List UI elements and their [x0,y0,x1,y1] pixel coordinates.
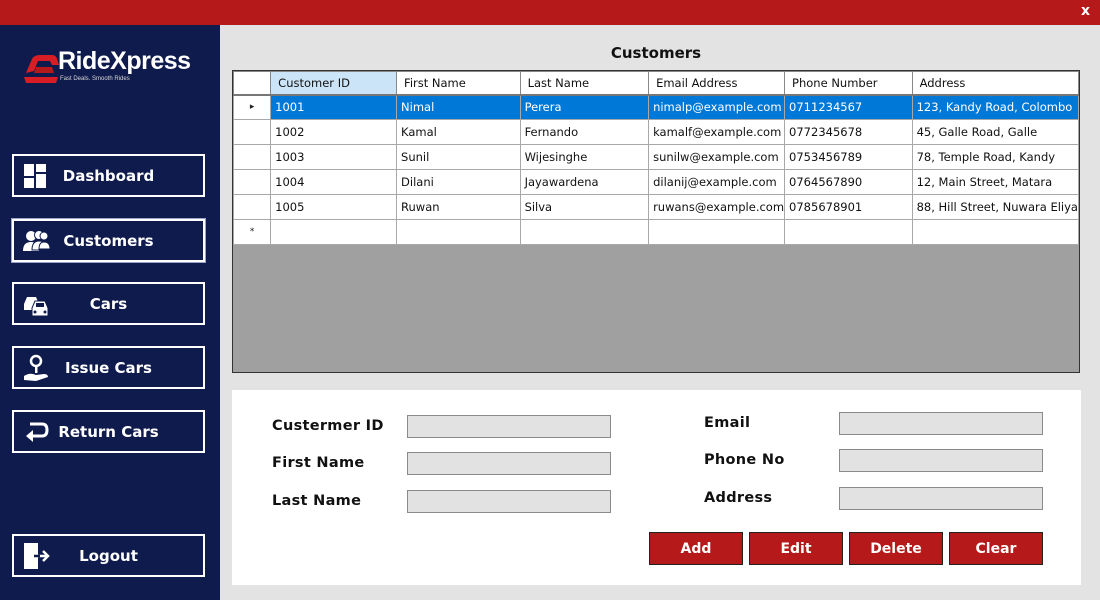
return-cars-icon [26,422,49,442]
customers-icon [23,230,50,251]
customers-table: Customer ID First Name Last Name Email A… [233,71,1079,245]
address-field[interactable] [839,487,1043,510]
row-header[interactable] [233,169,272,195]
table-cell[interactable]: 1005 [270,194,398,220]
row-header[interactable] [233,144,272,170]
phone-field[interactable] [839,449,1043,472]
column-header[interactable]: First Name [396,71,521,96]
table-cell[interactable] [784,219,913,245]
table-cell[interactable]: Jayawardena [519,169,650,195]
sidebar-item-issue-cars[interactable]: Issue Cars [12,346,205,389]
table-cell[interactable]: Dilani [396,169,521,195]
cars-icon [24,297,49,317]
phone-label: Phone No [704,452,785,468]
sidebar-item-customers[interactable]: Customers [11,218,206,263]
table-cell[interactable]: 1003 [270,144,398,170]
clear-button[interactable]: Clear [949,532,1043,565]
table-cell[interactable]: 45, Galle Road, Galle [911,119,1079,145]
new-row-indicator[interactable]: * [233,219,272,245]
sidebar: RideXpress Fast Deals. Smooth Rides Dash… [0,25,220,600]
table-cell[interactable]: kamalf@example.com [648,119,786,145]
table-cell[interactable]: 12, Main Street, Matara [911,169,1079,195]
brand-name: RideXpress [58,47,191,75]
table-cell[interactable]: 88, Hill Street, Nuwara Eliya [911,194,1079,220]
logout-button[interactable]: Logout [12,534,205,577]
table-cell[interactable] [519,219,650,245]
row-header[interactable] [233,119,272,145]
first-name-field[interactable] [407,452,611,475]
brand-tagline: Fast Deals. Smooth Rides [60,76,130,82]
table-cell[interactable]: sunilw@example.com [648,144,786,170]
table-cell[interactable]: 0785678901 [784,194,913,220]
table-cell[interactable]: 0711234567 [784,94,913,120]
add-button[interactable]: Add [649,532,743,565]
table-cell[interactable]: Wijesinghe [519,144,650,170]
table-row[interactable]: 1003 Sunil Wijesinghe sunilw@example.com… [233,144,1079,170]
column-header[interactable]: Address [911,71,1079,96]
sidebar-item-dashboard[interactable]: Dashboard [12,154,205,197]
table-cell[interactable]: nimalp@example.com [648,94,786,120]
table-row[interactable]: 1004 Dilani Jayawardena dilanij@example.… [233,169,1079,195]
sidebar-item-return-cars[interactable]: Return Cars [12,410,205,453]
table-cell[interactable]: Nimal [396,94,521,120]
current-row-indicator[interactable]: ▸ [233,94,272,120]
delete-button[interactable]: Delete [849,532,943,565]
issue-cars-icon [24,354,48,381]
customer-id-label: Custermer ID [272,418,384,434]
table-cell[interactable]: Fernando [519,119,650,145]
table-cell[interactable]: 0753456789 [784,144,913,170]
table-cell[interactable]: 78, Temple Road, Kandy [911,144,1079,170]
table-cell[interactable]: dilanij@example.com [648,169,786,195]
logout-icon [24,543,50,569]
row-header[interactable] [233,194,272,220]
page-title: Customers [610,44,702,62]
row-header-corner [233,71,272,96]
table-cell[interactable]: 0764567890 [784,169,913,195]
column-header[interactable]: Phone Number [784,71,913,96]
table-cell[interactable] [911,219,1079,245]
table-cell[interactable]: 1004 [270,169,398,195]
customer-id-field[interactable] [407,415,611,438]
first-name-label: First Name [272,455,365,471]
email-label: Email [704,415,751,431]
dashboard-icon [24,164,46,188]
table-cell[interactable]: 1001 [270,94,398,120]
column-header[interactable]: Last Name [519,71,650,96]
table-cell[interactable]: Silva [519,194,650,220]
table-row[interactable]: 1002 Kamal Fernando kamalf@example.com 0… [233,119,1079,145]
table-cell[interactable]: Ruwan [396,194,521,220]
brand-logo: RideXpress Fast Deals. Smooth Rides [22,43,202,95]
last-name-field[interactable] [407,490,611,513]
table-cell[interactable]: 1002 [270,119,398,145]
column-header[interactable]: Email Address [648,71,786,96]
edit-button[interactable]: Edit [749,532,843,565]
table-cell[interactable] [396,219,521,245]
table-cell[interactable]: Perera [519,94,650,120]
sidebar-item-cars[interactable]: Cars [12,282,205,325]
title-bar: x [0,0,1100,25]
address-label: Address [704,490,773,506]
email-field[interactable] [839,412,1043,435]
close-button[interactable]: x [1081,3,1090,19]
table-row[interactable]: 1005 Ruwan Silva ruwans@example.com 0785… [233,194,1079,220]
table-row[interactable]: ▸ 1001 Nimal Perera nimalp@example.com 0… [233,94,1079,120]
table-cell[interactable]: 0772345678 [784,119,913,145]
last-name-label: Last Name [272,493,362,509]
new-row[interactable]: * [233,219,1079,245]
table-cell[interactable] [648,219,786,245]
table-cell[interactable] [270,219,398,245]
table-header-row: Customer ID First Name Last Name Email A… [233,71,1079,96]
table-cell[interactable]: 123, Kandy Road, Colombo [911,94,1079,120]
car-logo-icon [24,55,59,83]
table-cell[interactable]: ruwans@example.com [648,194,786,220]
column-header[interactable]: Customer ID [270,71,398,96]
customers-grid[interactable]: Customer ID First Name Last Name Email A… [232,70,1080,373]
table-cell[interactable]: Sunil [396,144,521,170]
table-cell[interactable]: Kamal [396,119,521,145]
